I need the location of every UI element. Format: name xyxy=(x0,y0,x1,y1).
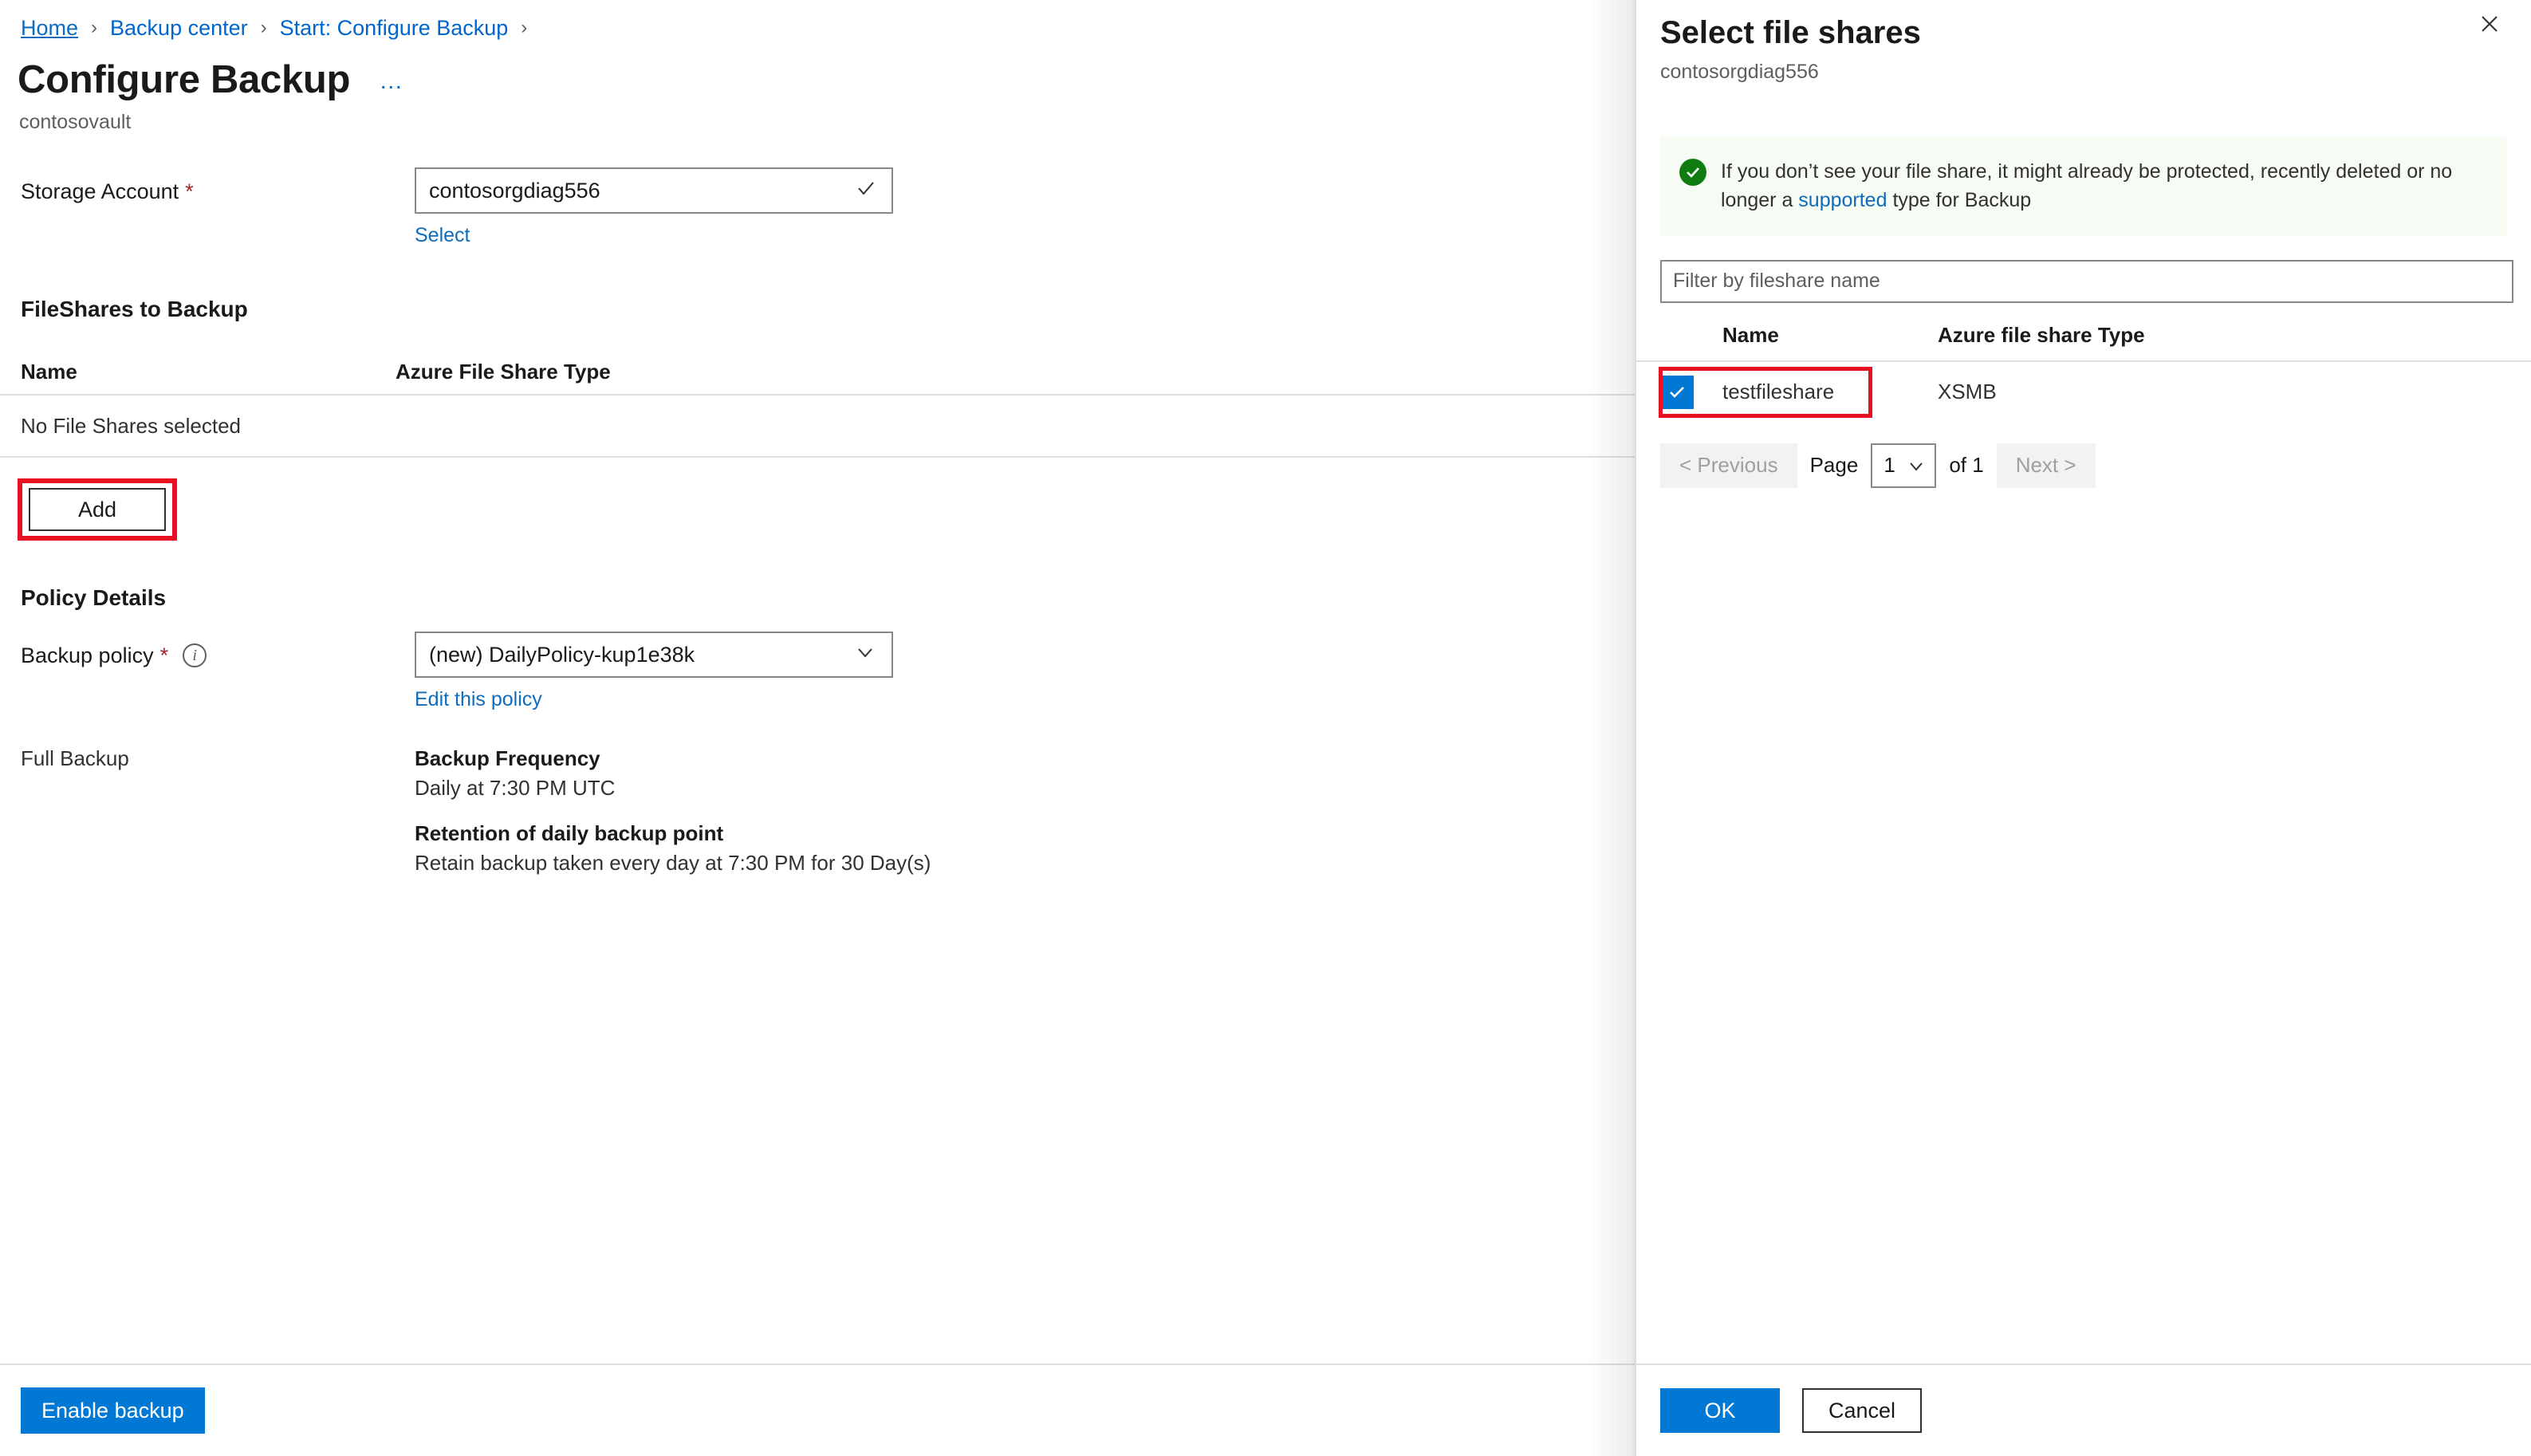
required-marker: * xyxy=(185,179,194,203)
fileshares-table: Name Azure File Share Type No File Share… xyxy=(0,349,1635,458)
storage-account-label: Storage Account * xyxy=(21,167,415,215)
panel-title: Select file shares xyxy=(1660,15,1921,50)
policy-details-heading: Policy Details xyxy=(21,585,167,610)
supported-link[interactable]: supported xyxy=(1798,189,1887,211)
info-icon[interactable]: i xyxy=(183,643,207,667)
backup-policy-label: Backup policy * i xyxy=(21,632,415,679)
column-header-name: Name xyxy=(1722,323,1779,347)
close-icon[interactable] xyxy=(2472,6,2507,41)
fileshare-row-checkbox[interactable] xyxy=(1660,375,1694,409)
page-count-label: of 1 xyxy=(1949,453,1984,477)
table-row[interactable]: testfileshare XSMB xyxy=(1636,360,2531,423)
banner-text-after: type for Backup xyxy=(1887,189,2032,212)
fileshare-type-cell: XSMB xyxy=(1938,380,1997,403)
breadcrumb-item-home[interactable]: Home xyxy=(21,17,78,39)
storage-account-value: contosorgdiag556 xyxy=(429,178,600,203)
storage-account-row: Storage Account * contosorgdiag556 Selec… xyxy=(0,167,1635,247)
storage-account-label-text: Storage Account xyxy=(21,179,179,203)
chevron-down-icon xyxy=(853,640,877,670)
fileshares-picker-table-header: Name Azure file share Type xyxy=(1636,311,2531,360)
breadcrumb: Home › Backup center › Start: Configure … xyxy=(0,0,1635,41)
chevron-down-icon xyxy=(1906,455,1927,476)
retention-value: Retain backup taken every day at 7:30 PM… xyxy=(415,851,931,875)
panel-header: Select file shares contosorgdiag556 xyxy=(1636,0,2531,84)
full-backup-row: Full Backup Backup Frequency Daily at 7:… xyxy=(0,746,1635,876)
backup-policy-row: Backup policy * i (new) DailyPolicy-kup1… xyxy=(0,632,1635,711)
add-fileshare-wrapper: Add xyxy=(18,478,177,541)
panel-subtitle: contosorgdiag556 xyxy=(1660,61,1819,83)
breadcrumb-separator-icon: › xyxy=(91,17,98,38)
cancel-button[interactable]: Cancel xyxy=(1802,1388,1922,1433)
breadcrumb-item-start-configure-backup[interactable]: Start: Configure Backup xyxy=(280,17,509,39)
backup-frequency-value: Daily at 7:30 PM UTC xyxy=(415,776,616,800)
retention-heading: Retention of daily backup point xyxy=(415,821,724,845)
fileshare-name-cell: testfileshare xyxy=(1722,380,1835,403)
page-number-select[interactable]: 1 xyxy=(1871,443,1937,488)
page-number-value: 1 xyxy=(1883,453,1895,477)
panel-footer: OK Cancel xyxy=(1636,1364,2531,1456)
storage-account-select[interactable]: contosorgdiag556 xyxy=(415,167,893,214)
page-label: Page xyxy=(1809,453,1859,477)
backup-policy-value: (new) DailyPolicy-kup1e38k xyxy=(429,642,695,667)
full-backup-details: Backup Frequency Daily at 7:30 PM UTC Re… xyxy=(415,746,931,876)
previous-page-button[interactable]: < Previous xyxy=(1660,443,1797,488)
page-subtitle: contosovault xyxy=(19,111,132,133)
info-banner: If you don’t see your file share, it mig… xyxy=(1660,136,2507,236)
table-row: No File Shares selected xyxy=(0,394,1635,458)
check-icon xyxy=(855,177,877,205)
required-marker: * xyxy=(159,643,169,667)
page-title: Configure Backup xyxy=(18,58,351,101)
fileshares-empty-message: No File Shares selected xyxy=(21,413,242,438)
breadcrumb-item-backup-center[interactable]: Backup center xyxy=(110,17,248,39)
success-check-icon xyxy=(1679,159,1706,186)
column-header-name: Name xyxy=(21,359,77,384)
ok-button[interactable]: OK xyxy=(1660,1388,1780,1433)
blade-footer: Enable backup xyxy=(0,1364,1635,1456)
full-backup-label: Full Backup xyxy=(21,746,129,770)
configure-backup-blade: Home › Backup center › Start: Configure … xyxy=(0,0,1635,1456)
fileshares-section-heading: FileShares to Backup xyxy=(21,297,248,321)
pagination: < Previous Page 1 of 1 Next > xyxy=(1636,443,2531,488)
backup-policy-select[interactable]: (new) DailyPolicy-kup1e38k xyxy=(415,632,893,678)
page-title-row: Configure Backup … xyxy=(0,41,1635,100)
fileshares-table-header: Name Azure File Share Type xyxy=(0,349,1635,394)
storage-account-field-col: contosorgdiag556 Select xyxy=(415,167,893,247)
more-options-icon[interactable]: … xyxy=(379,69,405,93)
breadcrumb-separator-icon: › xyxy=(521,17,528,38)
backup-frequency-heading: Backup Frequency xyxy=(415,746,600,770)
column-header-azure-file-share-type: Azure File Share Type xyxy=(396,359,611,384)
breadcrumb-separator-icon: › xyxy=(260,17,267,38)
add-button[interactable]: Add xyxy=(29,488,166,531)
next-page-button[interactable]: Next > xyxy=(1996,443,2096,488)
storage-account-select-link[interactable]: Select xyxy=(415,224,893,247)
select-file-shares-panel: Select file shares contosorgdiag556 If y… xyxy=(1636,0,2531,1456)
backup-policy-field-col: (new) DailyPolicy-kup1e38k Edit this pol… xyxy=(415,632,893,711)
filter-fileshare-input[interactable] xyxy=(1660,259,2513,303)
edit-policy-link[interactable]: Edit this policy xyxy=(415,688,893,711)
column-header-azure-file-share-type: Azure file share Type xyxy=(1938,323,2145,347)
enable-backup-button[interactable]: Enable backup xyxy=(21,1387,205,1434)
backup-policy-label-text: Backup policy xyxy=(21,643,154,667)
info-banner-text: If you don’t see your file share, it mig… xyxy=(1721,157,2490,215)
